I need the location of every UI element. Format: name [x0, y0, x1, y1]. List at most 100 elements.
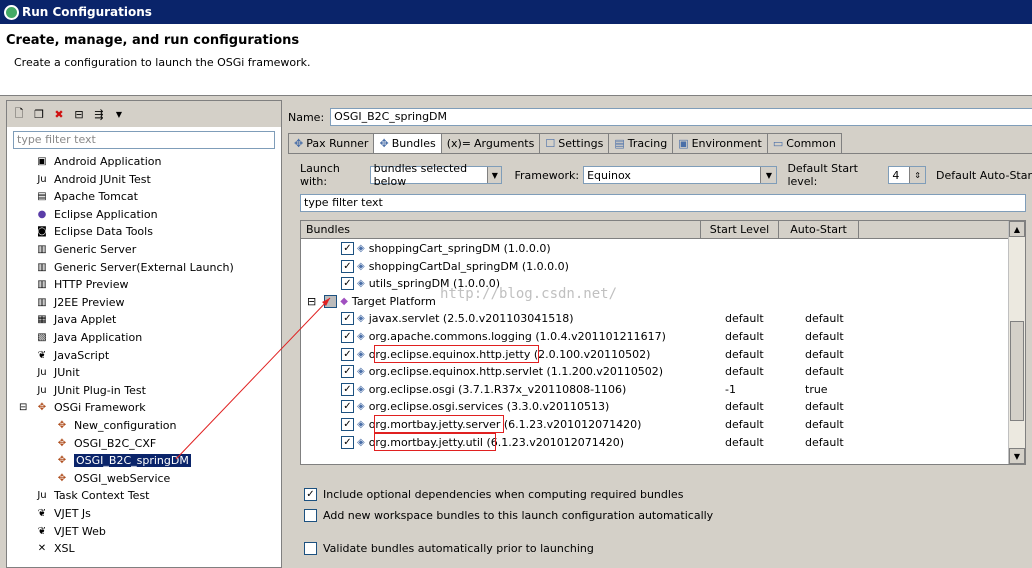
auto-start-cell[interactable]: default	[805, 312, 844, 325]
option-checkbox-row[interactable]: Add new workspace bundles to this launch…	[304, 509, 713, 522]
bundle-checkbox[interactable]: ✓	[341, 400, 354, 414]
tree-item[interactable]: Ju JUnit	[35, 364, 79, 381]
collapse-icon[interactable]: ⊟	[19, 402, 27, 413]
tab-bundles[interactable]: ✥ Bundles	[373, 133, 442, 153]
tree-item[interactable]: ▥ J2EE Preview	[35, 294, 124, 311]
column-bundles[interactable]: Bundles	[301, 221, 701, 238]
bundle-checkbox[interactable]: ✓	[341, 418, 354, 431]
tree-item[interactable]: ▤ Apache Tomcat	[35, 188, 138, 205]
table-row[interactable]: ✓ ◈ org.mortbay.jetty.util (6.1.23.v201012…	[341, 432, 1032, 451]
tree-item[interactable]: ▦ Java Applet	[35, 311, 116, 328]
bundle-checkbox[interactable]: ✓	[341, 365, 354, 379]
bundle-checkbox[interactable]: ✓	[341, 435, 354, 449]
start-level-cell[interactable]: default	[725, 348, 764, 361]
bundle-checkbox[interactable]: ✓	[341, 277, 354, 291]
new-config-icon[interactable]: 🗋	[11, 106, 27, 122]
scroll-down-icon[interactable]: ▼	[1009, 448, 1025, 464]
table-row[interactable]: ✓ ◈ org.eclipse.osgi (3.7.1.R37x_v20110808…	[341, 381, 1032, 398]
column-start-level[interactable]: Start Level	[701, 221, 779, 238]
option-checkbox[interactable]	[304, 542, 317, 555]
option-checkbox-row[interactable]: Validate bundles automatically prior to …	[304, 542, 594, 555]
tree-item[interactable]: ▥ Generic Server(External Launch)	[35, 259, 234, 276]
bundle-checkbox[interactable]: ✓	[341, 330, 354, 343]
tree-filter-input[interactable]: type filter text	[13, 131, 275, 149]
tree-item[interactable]: ◙ Eclipse Data Tools	[35, 223, 153, 240]
start-level-cell[interactable]: -1	[725, 383, 736, 396]
tree-item[interactable]: ✥ OSGI_webService	[55, 470, 171, 487]
start-level-cell[interactable]: default	[725, 436, 764, 449]
tree-item[interactable]: ❦ JavaScript	[35, 347, 109, 364]
auto-start-cell[interactable]: default	[805, 418, 844, 431]
target-platform-checkbox[interactable]	[324, 294, 338, 308]
start-level-cell[interactable]: default	[725, 330, 764, 343]
auto-start-cell[interactable]: default	[805, 400, 844, 413]
bundle-checkbox[interactable]: ✓	[341, 312, 354, 326]
column-auto-start[interactable]: Auto-Start	[779, 221, 859, 238]
start-level-cell[interactable]: default	[725, 418, 764, 431]
table-row[interactable]: ✓ ◈ org.eclipse.equinox.http.jetty (2.0.10…	[341, 344, 1032, 363]
filter-icon[interactable]: ⇶	[91, 106, 107, 122]
target-platform-row[interactable]: ⊟ ◆ Target Platform	[307, 293, 1011, 310]
auto-start-cell[interactable]: default	[805, 436, 844, 449]
tree-item[interactable]: ✥ OSGI_B2C_CXF	[55, 435, 156, 452]
table-row[interactable]: ✓ ◈ org.apache.commons.logging (1.0.4.v201…	[341, 328, 1032, 345]
tree-item[interactable]: ✥ New_configuration	[55, 417, 177, 434]
option-checkbox-row[interactable]: ✓ Include optional dependencies when comp…	[304, 488, 683, 501]
bundle-checkbox[interactable]: ✓	[341, 347, 354, 361]
tree-item[interactable]: Ju Android JUnit Test	[35, 171, 150, 188]
tree-item[interactable]: ⊟ ✥ OSGi Framework	[19, 399, 146, 416]
tab-tracing[interactable]: ▤ Tracing	[608, 133, 674, 153]
table-row[interactable]: ✓ ◈ javax.servlet (2.5.0.v201103041518) def…	[341, 310, 1032, 327]
default-start-spinner[interactable]: 4 ⇕	[888, 166, 927, 184]
bundle-checkbox[interactable]: ✓	[341, 242, 354, 255]
tree-item[interactable]: ✕ XSL	[35, 540, 75, 557]
tree-item[interactable]: ❦ VJET Js	[35, 505, 91, 522]
table-scrollbar[interactable]: ▲ ▼	[1008, 221, 1025, 464]
tree-item[interactable]: ● Eclipse Application	[35, 206, 158, 223]
window-title: Run Configurations	[22, 5, 152, 19]
tree-item[interactable]: Ju JUnit Plug-in Test	[35, 382, 146, 399]
tab-pax-runner[interactable]: ✥ Pax Runner	[288, 133, 375, 153]
tree-item[interactable]: ▣ Android Application	[35, 153, 161, 170]
tree-item[interactable]: ▥ Generic Server	[35, 241, 136, 258]
spinner-arrows-icon[interactable]: ⇕	[909, 167, 926, 183]
collapse-icon[interactable]: ⊟	[307, 295, 316, 308]
scroll-thumb[interactable]	[1010, 321, 1024, 421]
tree-item[interactable]: Ju Task Context Test	[35, 487, 149, 504]
collapse-all-icon[interactable]: ⊟	[71, 106, 87, 122]
duplicate-icon[interactable]: ❐	[31, 106, 47, 122]
tab-common[interactable]: ▭ Common	[766, 133, 842, 153]
auto-start-cell[interactable]: default	[805, 365, 844, 378]
tab-settings[interactable]: ☐ Settings	[539, 133, 610, 153]
delete-icon[interactable]: ✖	[51, 106, 67, 122]
tree-item[interactable]: ✥ OSGI_B2C_springDM	[55, 452, 191, 469]
bundle-filter-input[interactable]: type filter text	[300, 194, 1026, 212]
start-level-cell[interactable]: default	[725, 400, 764, 413]
framework-select[interactable]: Equinox ▼	[583, 166, 778, 184]
scroll-up-icon[interactable]: ▲	[1009, 221, 1025, 237]
tree-item[interactable]: ❦ VJET Web	[35, 523, 106, 540]
tree-item[interactable]: ▥ HTTP Preview	[35, 276, 128, 293]
environment-icon: ▣	[678, 137, 689, 150]
table-row[interactable]: ✓ ◈ org.eclipse.equinox.http.servlet (1.1.…	[341, 363, 1032, 380]
tree-item[interactable]: ▧ Java Application	[35, 329, 142, 346]
table-row[interactable]: ✓ ◈ org.mortbay.jetty.server (6.1.23.v2010…	[341, 415, 1032, 433]
auto-start-cell[interactable]: true	[805, 383, 828, 396]
name-field[interactable]: OSGI_B2C_springDM	[330, 108, 1032, 126]
option-checkbox[interactable]	[304, 509, 317, 522]
start-level-cell[interactable]: default	[725, 312, 764, 325]
auto-start-cell[interactable]: default	[805, 348, 844, 361]
bundle-checkbox[interactable]: ✓	[341, 382, 354, 396]
tab-arguments[interactable]: (x)= Arguments	[440, 133, 541, 153]
view-menu-icon[interactable]: ▼	[111, 106, 127, 122]
auto-start-cell[interactable]: default	[805, 330, 844, 343]
vjet-icon: ❦	[37, 525, 47, 537]
table-row[interactable]: ✓ ◈ org.eclipse.osgi.services (3.3.0.v2011…	[341, 398, 1032, 415]
bundle-checkbox[interactable]: ✓	[341, 259, 354, 273]
start-level-cell[interactable]: default	[725, 365, 764, 378]
tab-environment[interactable]: ▣ Environment	[672, 133, 768, 153]
option-checkbox[interactable]: ✓	[304, 488, 317, 501]
launch-with-select[interactable]: bundles selected below ▼	[369, 162, 503, 188]
table-row[interactable]: ✓ ◈ shoppingCart_springDM (1.0.0.0)	[341, 240, 1032, 257]
table-row[interactable]: ✓ ◈ shoppingCartDal_springDM (1.0.0.0)	[341, 258, 1032, 275]
